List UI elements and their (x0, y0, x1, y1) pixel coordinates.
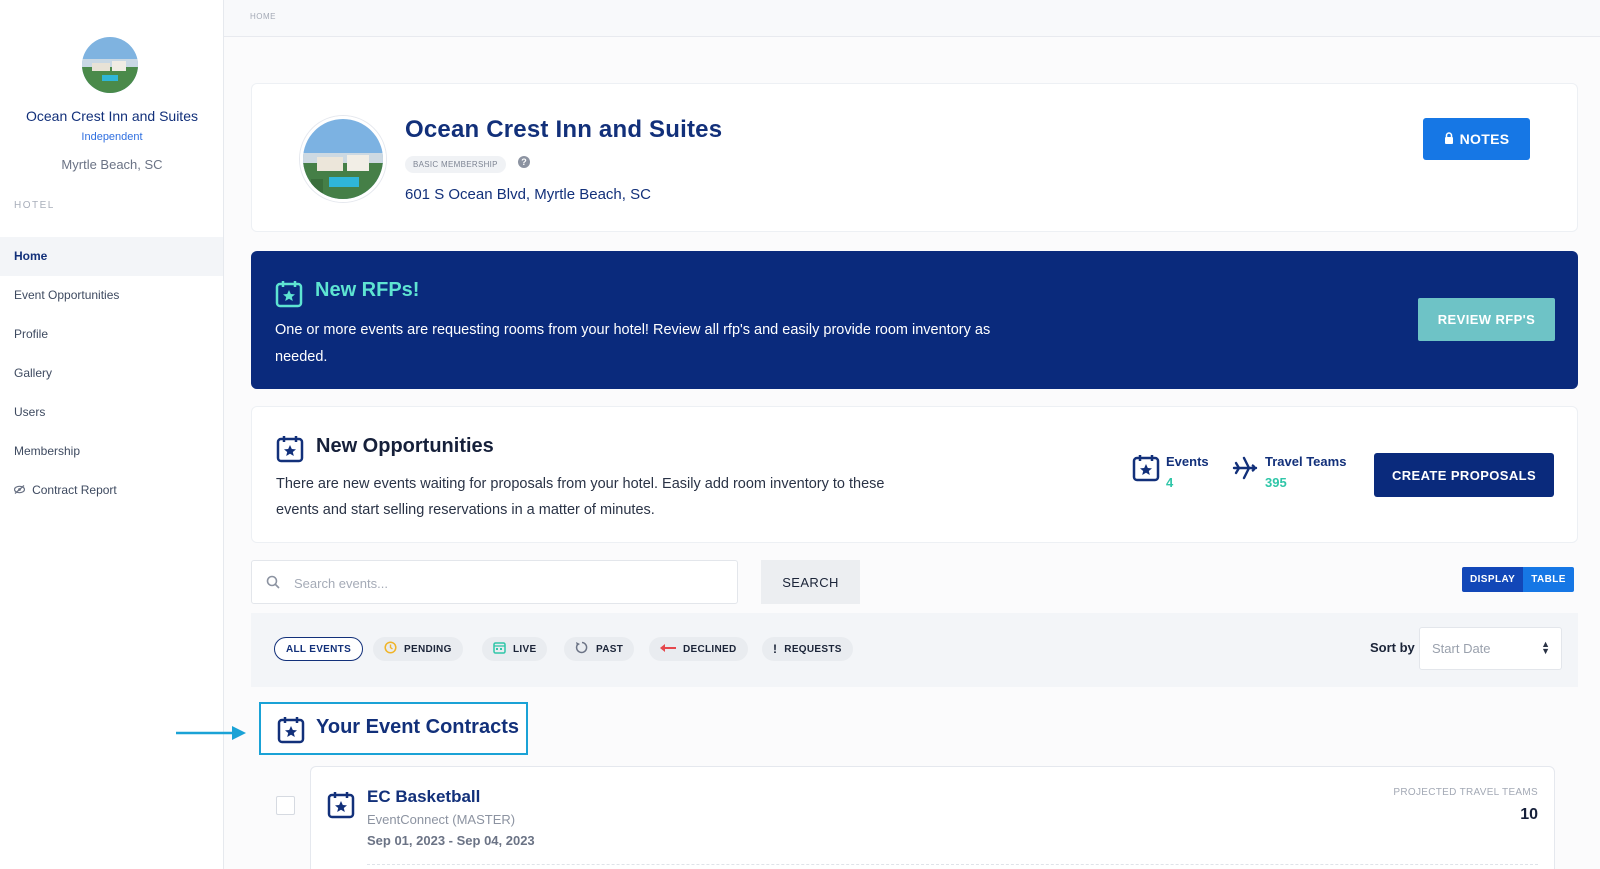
filter-label: ALL EVENTS (286, 643, 352, 655)
membership-badge: BASIC MEMBERSHIP (405, 156, 506, 173)
sort-label: Sort by (1370, 640, 1415, 655)
sidebar-hotel-name: Ocean Crest Inn and Suites (26, 108, 198, 124)
calendar-star-icon (275, 280, 303, 313)
opportunities-title: New Opportunities (316, 435, 494, 457)
events-label: Events (1166, 454, 1209, 469)
help-icon[interactable]: ? (518, 156, 530, 168)
filter-declined[interactable]: DECLINED (649, 637, 748, 661)
history-icon (575, 641, 589, 657)
divider (367, 864, 1538, 865)
airplane-icon (1231, 454, 1259, 487)
filter-label: REQUESTS (784, 643, 842, 655)
sidebar-item-home[interactable]: Home (0, 237, 223, 276)
rfp-banner: New RFPs! One or more events are request… (251, 251, 1578, 389)
view-toggle: DISPLAY TABLE (1462, 567, 1574, 592)
search-field (251, 560, 738, 604)
sidebar-item-label: Membership (14, 444, 81, 458)
sidebar-hotel-location: Myrtle Beach, SC (61, 157, 163, 172)
table-view-button[interactable]: TABLE (1523, 567, 1574, 592)
sort-arrows-icon: ▲ ▼ (1541, 639, 1550, 656)
search-icon (266, 575, 280, 594)
arrow-left-icon (660, 643, 676, 656)
exclamation-icon: ! (773, 642, 778, 656)
sidebar-item-label: Home (14, 249, 48, 263)
rfp-title: New RFPs! (315, 279, 420, 301)
clock-icon (384, 641, 397, 657)
sidebar-nav: Home Event Opportunities Profile Gallery… (0, 237, 223, 510)
new-opportunities-card: New Opportunities There are new events w… (251, 406, 1578, 543)
breadcrumb[interactable]: HOME (250, 12, 276, 21)
sidebar-item-contract-report[interactable]: Contract Report (0, 471, 223, 510)
event-contracts-heading: Your Event Contracts (259, 702, 528, 755)
calendar-star-icon (276, 435, 304, 468)
rfp-description: One or more events are requesting rooms … (275, 322, 991, 365)
hotel-avatar (82, 37, 138, 93)
projected-teams-label: PROJECTED TRAVEL TEAMS (1393, 787, 1538, 798)
sidebar-section-label: HOTEL (14, 200, 55, 211)
create-proposals-button[interactable]: CREATE PROPOSALS (1374, 453, 1554, 497)
sidebar-item-label: Gallery (14, 366, 53, 380)
filter-label: DECLINED (683, 643, 737, 655)
event-organization: EventConnect (MASTER) (367, 812, 516, 827)
sidebar-item-profile[interactable]: Profile (0, 315, 223, 354)
filter-past[interactable]: PAST (564, 637, 635, 661)
event-contract-card[interactable]: EC Basketball EventConnect (MASTER) Sep … (310, 766, 1555, 869)
hotel-header-card: Ocean Crest Inn and Suites BASIC MEMBERS… (251, 83, 1578, 232)
sidebar-item-label: Profile (14, 327, 49, 341)
event-title[interactable]: EC Basketball (367, 787, 480, 807)
notes-button[interactable]: NOTES (1423, 118, 1530, 160)
sidebar-hotel-type: Independent (81, 131, 143, 143)
calendar-star-icon (327, 791, 355, 824)
sidebar-item-event-opportunities[interactable]: Event Opportunities (0, 276, 223, 315)
filter-label: LIVE (513, 643, 537, 655)
opportunities-description: There are new events waiting for proposa… (276, 476, 885, 518)
calendar-star-icon (277, 716, 305, 749)
sort-select[interactable]: Start Date ▲ ▼ (1419, 627, 1562, 670)
lock-icon (1444, 131, 1454, 147)
hotel-name: Ocean Crest Inn and Suites (405, 116, 723, 143)
filter-live[interactable]: LIVE (482, 637, 548, 661)
display-view-button[interactable]: DISPLAY (1462, 567, 1524, 592)
callout-arrow-icon (176, 725, 246, 746)
sidebar-item-label: Contract Report (32, 483, 117, 497)
filter-label: PENDING (404, 643, 452, 655)
sidebar-item-users[interactable]: Users (0, 393, 223, 432)
calendar-icon (493, 641, 506, 657)
sidebar-item-label: Event Opportunities (14, 288, 120, 302)
hotel-photo (300, 116, 386, 202)
filter-pending[interactable]: PENDING (373, 637, 463, 661)
review-rfps-button[interactable]: REVIEW RFP'S (1418, 298, 1555, 341)
filter-requests[interactable]: ! REQUESTS (762, 637, 853, 661)
calendar-star-icon (1132, 454, 1160, 487)
event-select-checkbox[interactable] (276, 796, 295, 815)
top-bar: HOME (224, 0, 1600, 37)
notes-button-label: NOTES (1459, 131, 1510, 147)
hotel-address: 601 S Ocean Blvd, Myrtle Beach, SC (405, 186, 651, 203)
events-count: 4 (1166, 475, 1174, 490)
search-input[interactable] (294, 571, 714, 595)
travel-teams-label: Travel Teams (1265, 454, 1347, 469)
sidebar-item-gallery[interactable]: Gallery (0, 354, 223, 393)
sidebar-item-membership[interactable]: Membership (0, 432, 223, 471)
event-contracts-title: Your Event Contracts (316, 716, 519, 738)
travel-teams-count: 395 (1265, 475, 1287, 490)
filter-all-events[interactable]: ALL EVENTS (274, 637, 364, 661)
sidebar-item-label: Users (14, 405, 46, 419)
projected-teams-value: 10 (1520, 806, 1538, 823)
filter-label: PAST (596, 643, 624, 655)
search-button[interactable]: SEARCH (761, 560, 860, 604)
eye-slash-icon (13, 485, 28, 497)
event-dates: Sep 01, 2023 - Sep 04, 2023 (367, 833, 535, 848)
sort-value: Start Date (1432, 641, 1491, 656)
